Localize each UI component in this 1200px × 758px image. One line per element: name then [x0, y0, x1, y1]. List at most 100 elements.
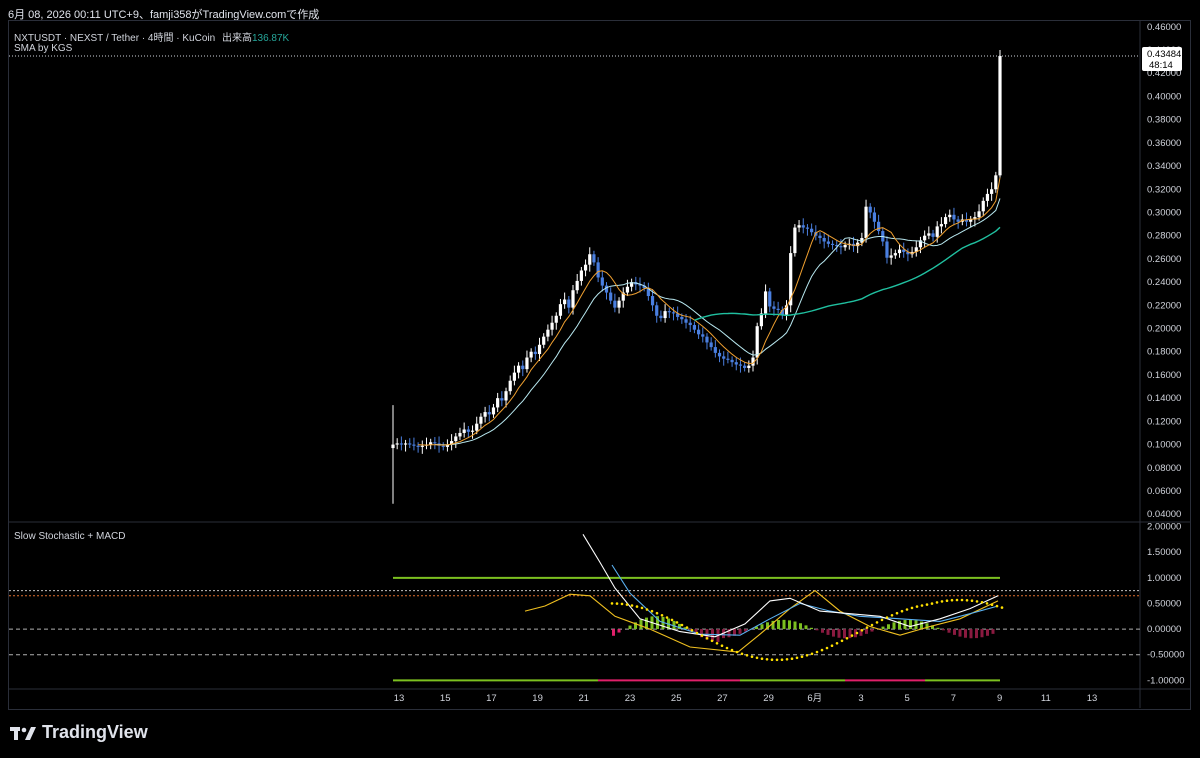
signal-dot [845, 637, 849, 640]
signal-dot [665, 616, 669, 619]
time-tick-label: 23 [625, 693, 636, 704]
price-tick-label: 0.08000 [1147, 463, 1181, 474]
candle-body [512, 372, 516, 381]
candle-body [734, 362, 738, 365]
candle-body [864, 206, 868, 239]
macd-histogram-bar [711, 629, 714, 642]
signal-dot [675, 621, 679, 624]
candle-body [688, 322, 692, 326]
signal-dot [830, 644, 834, 647]
candle-body [420, 445, 424, 447]
grid [9, 21, 1190, 708]
stoch-d-line [611, 564, 999, 636]
signal-dot [870, 623, 874, 627]
candle-body [772, 306, 776, 309]
signal-dot [820, 648, 824, 652]
price-tick-label: 0.46000 [1147, 22, 1181, 33]
candle-body [839, 246, 843, 248]
signal-dot [635, 605, 639, 608]
candle-body [487, 412, 491, 415]
candle-body [483, 412, 487, 417]
macd-histogram-bar [777, 620, 780, 630]
time-tick-label: 15 [440, 693, 451, 704]
time-tick-label: 3 [858, 693, 863, 704]
signal-dot [690, 629, 694, 632]
price-tick-label: 0.14000 [1147, 393, 1181, 404]
candle-body [755, 326, 759, 358]
candle-body [923, 235, 927, 241]
price-tick-label: 0.18000 [1147, 347, 1181, 358]
signal-dot [800, 655, 804, 658]
macd-histogram-bar [760, 624, 764, 630]
chart-canvas[interactable]: 0.460000.440000.420000.400000.380000.360… [0, 0, 1200, 758]
candle-body [588, 254, 592, 265]
candle-body [822, 238, 826, 242]
signal-dot [960, 598, 964, 602]
candle-body [416, 445, 420, 447]
signal-dot [705, 637, 709, 640]
macd-histogram-bar [881, 626, 885, 630]
price-tick-label: 0.04000 [1147, 509, 1181, 520]
macd-histogram-bar [782, 619, 786, 630]
symbol-legend[interactable]: NXTUSDT · NEXST / Tether · 4時間 · KuCoin … [14, 29, 289, 44]
macd-histogram-bar [815, 629, 819, 631]
macd-histogram-bar [986, 629, 989, 636]
signal-dot [835, 642, 839, 645]
countdown-value: 48:14 [1149, 60, 1173, 71]
signal-dot [615, 602, 619, 605]
candle-body [952, 214, 956, 220]
signal-dot [610, 602, 614, 605]
candle-body [650, 296, 655, 306]
candle-body [998, 55, 1002, 176]
signal-dot [935, 601, 939, 604]
candle-body [592, 254, 596, 263]
macd-histogram-bar [991, 629, 995, 634]
candle-body [818, 235, 822, 239]
macd-histogram-bar [947, 629, 951, 633]
candle-body [826, 241, 830, 244]
signal-dot [775, 658, 779, 662]
time-tick-label: 7 [951, 693, 956, 704]
signal-dot [785, 658, 789, 661]
macd-line [524, 589, 999, 653]
signal-dot [710, 639, 714, 643]
candle-body [575, 280, 579, 291]
signal-dot [720, 644, 724, 647]
candle-body [625, 286, 630, 293]
oscillator-legend[interactable]: Slow Stochastic + MACD [14, 531, 125, 542]
tradingview-brand[interactable]: TradingView [10, 722, 148, 743]
signal-dot [855, 631, 859, 635]
signal-dot [915, 605, 919, 608]
signal-dot [900, 609, 904, 613]
price-tick-label: 0.30000 [1147, 207, 1181, 218]
macd-histogram-bar [870, 629, 874, 632]
candle-body [525, 357, 529, 370]
signal-dot [810, 652, 814, 656]
signal-dot [765, 658, 769, 661]
price-tick-label: 0.12000 [1147, 416, 1181, 427]
macd-histogram-bar [799, 623, 802, 630]
sma-legend[interactable]: SMA by KGS [14, 43, 72, 54]
candle-body [994, 175, 998, 190]
candle-body [412, 444, 416, 446]
candle-body [466, 429, 470, 432]
candle-body [521, 365, 525, 370]
macd-histogram-bar [964, 629, 967, 638]
oscillator-tick-label: 0.50000 [1147, 598, 1181, 609]
candle-body [985, 193, 990, 201]
signal-dot [1000, 606, 1004, 609]
candle-body [667, 311, 671, 313]
signal-dot [795, 656, 799, 660]
signal-dot [880, 618, 884, 622]
price-tick-label: 0.10000 [1147, 440, 1181, 451]
macd-histogram-bar [810, 627, 813, 630]
candle-body [546, 329, 550, 337]
signal-dot [760, 657, 764, 660]
candle-body [563, 299, 567, 305]
sma-slow-line [694, 226, 1001, 321]
candle-body [663, 311, 667, 319]
last-price-badge[interactable]: 0.4348448:14 [9, 46, 1182, 71]
macd-histogram-bar [617, 629, 621, 633]
signal-dot [740, 652, 744, 656]
candle-body [475, 423, 479, 431]
